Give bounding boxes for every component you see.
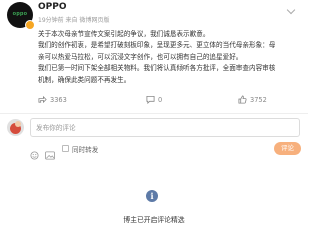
post-line: 关于本次母亲节宣传文案引起的争议，我们诚恳表示歉意。 [38, 30, 210, 38]
brand-logo: oppo [12, 11, 28, 17]
comment-count: 0 [158, 95, 163, 104]
comment-input[interactable]: 发布你的评论 [30, 118, 300, 137]
notice-text: 博主已开启评论精选 [123, 216, 185, 224]
share-count: 3363 [50, 95, 67, 104]
info-icon: i [146, 190, 158, 202]
post-content: 关于本次母亲节宣传文案引起的争议，我们诚恳表示歉意。 我们的创作初衷，是希望打破… [38, 29, 300, 86]
repost-checkbox[interactable] [62, 145, 69, 152]
comment-notice: i 博主已开启评论精选 [0, 190, 308, 230]
like-count: 3752 [250, 95, 267, 104]
image-icon[interactable] [45, 145, 55, 164]
post-line: 我们的创作初衷，是希望打破刻板印象，呈现更多元、更立体的当代母亲形象：母 [38, 41, 276, 50]
post-meta: 19分钟前 来自 微博网页版 [38, 17, 110, 24]
emoji-icon[interactable] [30, 145, 39, 164]
avatar-shape-highlight [15, 121, 21, 127]
repost-label: 同时转发 [72, 146, 99, 154]
share-icon [38, 95, 47, 104]
post-line: 机制，确保此类问题不再发生。 [38, 75, 131, 84]
chevron-down-icon[interactable] [286, 5, 296, 15]
share-button[interactable]: 3363 [38, 95, 67, 104]
comment-button[interactable]: 0 [146, 95, 162, 104]
post-actions: 3363 0 3752 [0, 95, 308, 107]
verified-badge-icon [25, 20, 35, 30]
comment-composer: 发布你的评论 同时转发 评论 [0, 114, 308, 166]
thumbs-up-icon [238, 95, 247, 104]
submit-comment-button[interactable]: 评论 [274, 142, 301, 155]
post-line: 亲可以热爱马拉松，可以沉浸文字创作，也可以拥有自己的追星爱好。 [38, 52, 243, 61]
user-avatar[interactable] [7, 119, 24, 136]
username[interactable]: OPPO [38, 2, 67, 12]
like-button[interactable]: 3752 [238, 95, 267, 104]
post-line: 我们已第一时间下架全部相关物料。我们将认真倾听各方批评，全面审查内容审核 [38, 64, 276, 73]
comment-icon [146, 95, 155, 104]
